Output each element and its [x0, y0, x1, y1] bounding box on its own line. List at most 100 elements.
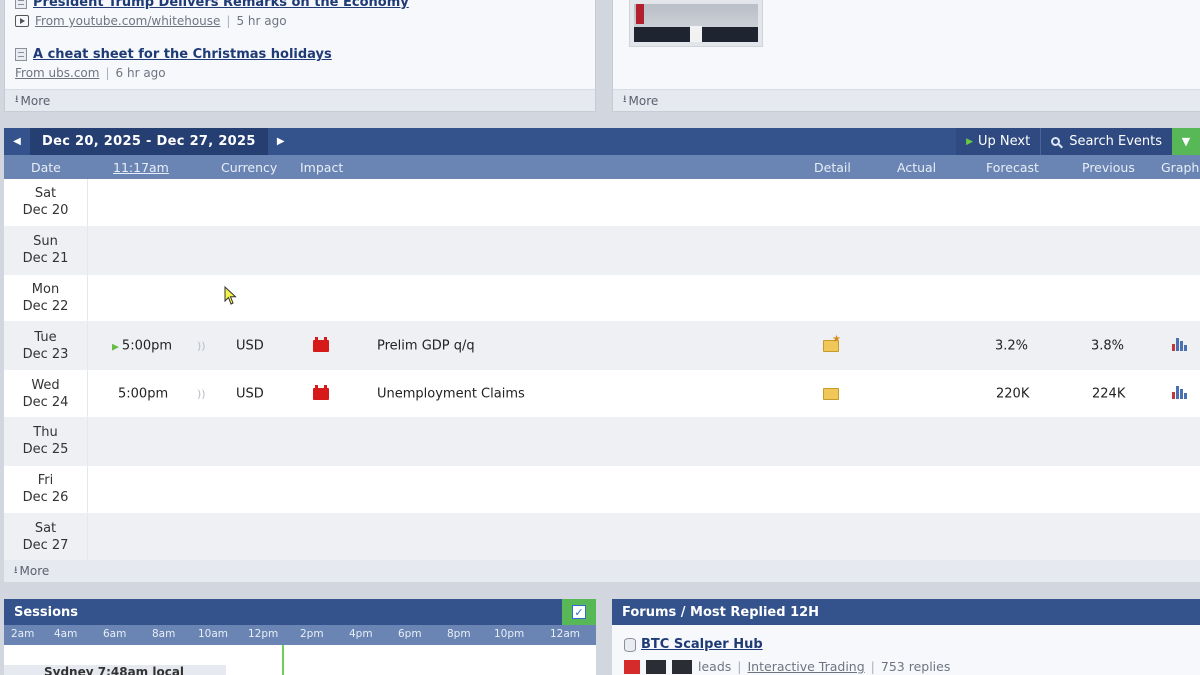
event-forecast: 220K — [996, 386, 1030, 402]
weekday: Mon — [31, 281, 60, 297]
detail-folder-icon[interactable] — [823, 334, 841, 353]
column-graph: Graph — [1161, 160, 1200, 175]
calendar-column-header: Date 11:17am Currency Impact Detail Actu… — [4, 155, 1200, 179]
search-icon — [1051, 137, 1061, 146]
more-label: More — [20, 93, 51, 108]
event-previous: 224K — [1092, 386, 1126, 402]
news-panel-left: President Trump Delivers Remarks on the … — [4, 0, 596, 112]
event-time: 5:00pm — [118, 386, 169, 402]
event-name[interactable]: Unemployment Claims — [377, 386, 525, 401]
day-date: Dec 22 — [22, 298, 69, 314]
calendar-event-row[interactable]: Wed Dec 24 5:00pm )) USD Unemployment Cl… — [4, 370, 1200, 418]
news-title-link[interactable]: A cheat sheet for the Christmas holidays — [33, 47, 332, 62]
previous-week-button[interactable]: ◀ — [4, 128, 30, 155]
sessions-toggle[interactable]: ✓ — [562, 599, 596, 625]
document-icon — [15, 48, 27, 61]
video-icon — [15, 15, 29, 27]
economic-calendar: ◀ Dec 20, 2025 - Dec 27, 2025 ▶ ▶ Up Nex… — [4, 128, 1200, 582]
current-time-link[interactable]: 11:17am — [113, 160, 169, 175]
forum-category-link[interactable]: Interactive Trading — [748, 659, 865, 674]
calendar-day-row: Sat Dec 20 — [4, 179, 1200, 227]
hour-label: 10pm — [494, 628, 525, 640]
week-range-label[interactable]: Dec 20, 2025 - Dec 27, 2025 — [30, 128, 268, 155]
more-label: More — [19, 564, 50, 578]
column-forecast: Forecast — [986, 160, 1039, 175]
calendar-more-button[interactable]: ⭳ More — [4, 560, 1200, 582]
news-source-link[interactable]: From youtube.com/whitehouse — [35, 14, 220, 28]
hour-label: 8pm — [447, 628, 471, 640]
hour-label: 8am — [152, 628, 176, 640]
weekday: Wed — [31, 377, 60, 393]
calendar-day-row: Sat Dec 27 — [4, 513, 1200, 562]
event-time: ▶ 5:00pm — [112, 338, 172, 353]
hour-label: 12am — [550, 628, 581, 640]
separator: | — [870, 659, 875, 674]
forum-thread-link[interactable]: BTC Scalper Hub — [641, 637, 763, 652]
day-date: Dec 25 — [22, 442, 69, 458]
forums-title: Forums / Most Replied 12H — [622, 604, 820, 620]
day-date: Dec 24 — [22, 394, 69, 410]
next-week-button[interactable]: ▶ — [268, 128, 294, 155]
calendar-day-row: Thu Dec 25 — [4, 417, 1200, 466]
search-events-label: Search Events — [1069, 134, 1162, 149]
down-arrow-icon: ⭳ — [14, 564, 18, 576]
news-item[interactable]: President Trump Delivers Remarks on the … — [15, 0, 409, 28]
news-more-button[interactable]: ⭳ More — [5, 89, 595, 111]
avatar[interactable] — [624, 659, 640, 674]
up-next-label: Up Next — [978, 134, 1031, 149]
news-source-link[interactable]: From ubs.com — [15, 66, 99, 80]
news-age: 5 hr ago — [236, 14, 287, 28]
sessions-header: Sessions ✓ — [4, 599, 596, 625]
day-date: Dec 20 — [22, 203, 69, 219]
news-age: 6 hr ago — [115, 66, 166, 80]
day-cell: Sat Dec 27 — [4, 513, 88, 561]
filter-button[interactable]: ▼ — [1172, 128, 1200, 155]
column-date: Date — [31, 160, 61, 175]
column-currency: Currency — [221, 160, 278, 175]
day-date: Dec 21 — [22, 251, 69, 267]
event-time-value: 5:00pm — [121, 338, 173, 354]
weekday: Sat — [34, 186, 57, 202]
news-more-button[interactable]: ⭳ More — [613, 89, 1200, 111]
day-cell: Sun Dec 21 — [4, 226, 88, 274]
hour-label: 12pm — [248, 628, 279, 640]
day-date: Dec 23 — [22, 346, 69, 362]
calendar-body: Sat Dec 20 Sun Dec 21 Mon Dec 22 Tue Dec… — [4, 179, 1200, 562]
event-currency: USD — [236, 386, 264, 402]
event-name[interactable]: Prelim GDP q/q — [377, 338, 475, 353]
graph-icon[interactable] — [1172, 385, 1187, 400]
avatar[interactable] — [672, 659, 692, 674]
play-icon: ▶ — [966, 136, 973, 147]
up-next-button[interactable]: ▶ Up Next — [956, 128, 1041, 155]
calendar-event-row[interactable]: Tue Dec 23 ▶ 5:00pm )) USD Prelim GDP q/q… — [4, 322, 1200, 371]
weekday: Fri — [37, 473, 54, 489]
hour-label: 4pm — [349, 628, 373, 640]
weekday: Tue — [34, 329, 57, 345]
news-thumbnail[interactable] — [629, 0, 763, 47]
column-actual: Actual — [897, 160, 937, 175]
forum-thread-item[interactable]: BTC Scalper Hub — [624, 637, 763, 652]
high-impact-icon[interactable] — [313, 385, 329, 401]
avatar[interactable] — [646, 659, 666, 674]
forum-replies: 753 replies — [880, 659, 951, 674]
hour-label: 10am — [198, 628, 229, 640]
hour-label: 6am — [103, 628, 127, 640]
high-impact-icon[interactable] — [313, 337, 329, 353]
document-icon — [15, 0, 27, 9]
graph-icon[interactable] — [1172, 337, 1187, 352]
calendar-day-row: Sun Dec 21 — [4, 226, 1200, 275]
news-panel-right: ⭳ More — [612, 0, 1200, 112]
column-detail: Detail — [814, 160, 851, 175]
news-title-link[interactable]: President Trump Delivers Remarks on the … — [33, 0, 409, 10]
session-hours-bar: 2am 4am 6am 8am 10am 12pm 2pm 4pm 6pm 8p… — [4, 625, 596, 645]
news-item[interactable]: A cheat sheet for the Christmas holidays… — [15, 47, 332, 80]
filter-icon: ▼ — [1181, 135, 1191, 148]
sound-icon[interactable]: )) — [197, 339, 206, 352]
sessions-title: Sessions — [14, 604, 79, 620]
day-cell: Fri Dec 26 — [4, 465, 88, 513]
search-events-button[interactable]: Search Events — [1040, 128, 1172, 155]
hour-label: 2pm — [300, 628, 324, 640]
sound-icon[interactable]: )) — [197, 387, 206, 400]
detail-folder-icon[interactable] — [823, 388, 839, 401]
day-date: Dec 27 — [22, 537, 69, 553]
